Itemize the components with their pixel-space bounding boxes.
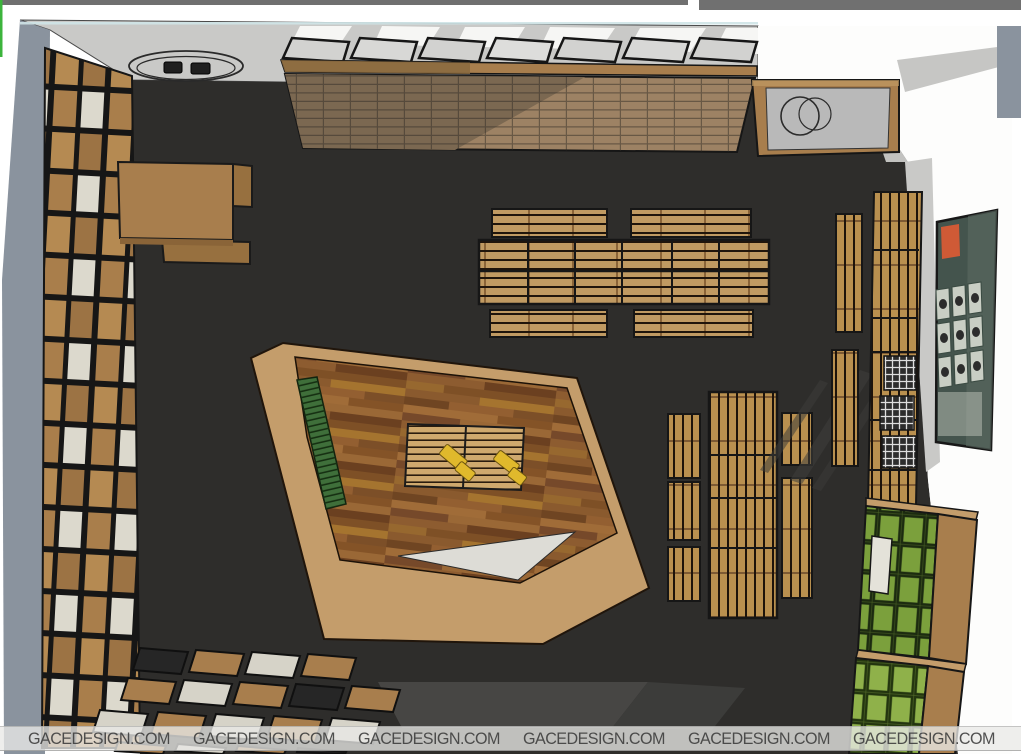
left-wall-cube-shelving (42, 48, 140, 748)
green-locker-shelf (849, 498, 978, 754)
bench (668, 414, 700, 478)
watermark-text: GACEDESIGN.COM (523, 728, 665, 749)
poster-logo (941, 224, 960, 259)
stool (164, 62, 182, 73)
clerestory-glass-line (20, 22, 758, 25)
mesh-basket (880, 396, 914, 430)
bench (490, 310, 607, 337)
stool (191, 63, 210, 74)
bench (634, 310, 753, 337)
botanical-wall-poster (936, 210, 997, 450)
service-booth (752, 80, 899, 156)
watermark-text: GACEDESIGN.COM (688, 728, 830, 749)
platform-slat-table (405, 424, 530, 490)
bench (832, 350, 858, 466)
mesh-basket (884, 356, 916, 390)
watermark-text: GACEDESIGN.COM (193, 728, 335, 749)
right-outer-wall (997, 26, 1021, 118)
watermark-text: GACEDESIGN.COM (28, 728, 170, 749)
render-canvas (0, 0, 1021, 754)
watermark-text: GACEDESIGN.COM (358, 728, 500, 749)
bench (492, 209, 607, 237)
bench (836, 214, 862, 332)
white-cubby (869, 536, 892, 594)
bench (782, 478, 812, 598)
long-table (709, 392, 777, 618)
slatted-display-wall (281, 60, 757, 152)
mesh-basket (882, 436, 916, 468)
interior-render: GACEDESIGN.COM GACEDESIGN.COM GACEDESIGN… (0, 0, 1021, 754)
green-axis-line (0, 0, 3, 57)
bench (631, 209, 751, 237)
bench (668, 547, 700, 601)
poster-grid (936, 282, 984, 436)
watermark-band: GACEDESIGN.COM GACEDESIGN.COM GACEDESIGN… (0, 726, 1021, 751)
bench (668, 482, 700, 540)
watermark-text: GACEDESIGN.COM (853, 728, 995, 749)
